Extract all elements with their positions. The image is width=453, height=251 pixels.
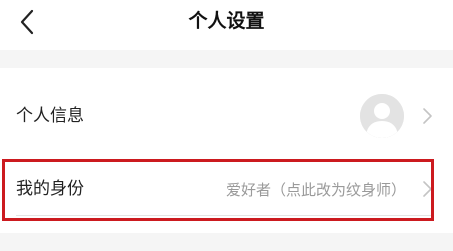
default-avatar-icon <box>360 94 404 138</box>
settings-card: 个人信息 我的身份 爱好者（点此改为纹身师） <box>0 68 453 233</box>
chevron-right-icon <box>423 108 432 124</box>
row-label-personal-info: 个人信息 <box>16 106 84 126</box>
nav-bar: 个人设置 <box>0 0 453 50</box>
chevron-right-icon <box>423 181 432 197</box>
settings-row-personal-info[interactable]: 个人信息 <box>0 78 453 153</box>
row-label-my-identity: 我的身份 <box>16 179 84 199</box>
page-title: 个人设置 <box>188 10 265 32</box>
avatar[interactable] <box>360 94 404 138</box>
personal-settings-screen: 个人设置 个人信息 我的身份 爱好者（点此改为纹身师） <box>0 0 453 251</box>
settings-row-my-identity[interactable]: 我的身份 爱好者（点此改为纹身师） <box>0 158 453 225</box>
identity-value: 爱好者（点此改为纹身师） <box>225 181 406 199</box>
